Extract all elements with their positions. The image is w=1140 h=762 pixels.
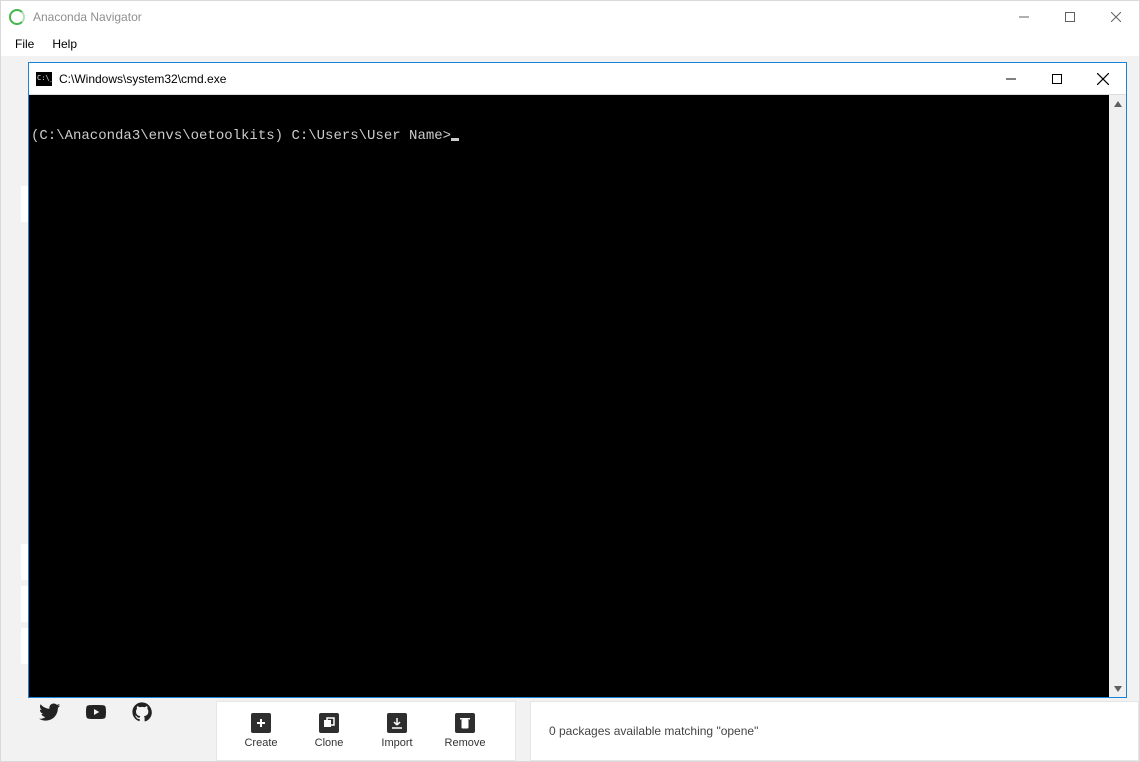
clone-icon — [319, 713, 339, 733]
cmd-prompt-line: (C:\Anaconda3\envs\oetoolkits) C:\Users\… — [31, 128, 451, 144]
remove-env-button[interactable]: Remove — [431, 713, 499, 749]
youtube-icon[interactable] — [85, 701, 107, 723]
scroll-up-button[interactable] — [1109, 95, 1126, 112]
social-links — [1, 701, 216, 761]
cmd-cursor — [451, 138, 459, 141]
minimize-icon — [1006, 74, 1016, 84]
navigator-maximize-button[interactable] — [1047, 1, 1093, 32]
github-icon[interactable] — [131, 701, 153, 723]
create-label: Create — [227, 737, 295, 749]
cmd-app-icon — [36, 72, 52, 86]
cmd-minimize-button[interactable] — [988, 63, 1034, 94]
cmd-close-button[interactable] — [1080, 63, 1126, 94]
maximize-icon — [1052, 74, 1062, 84]
navigator-minimize-button[interactable] — [1001, 1, 1047, 32]
import-icon — [387, 713, 407, 733]
scroll-down-button[interactable] — [1109, 680, 1126, 697]
package-status-text: 0 packages available matching "opene" — [549, 724, 758, 738]
remove-label: Remove — [431, 737, 499, 749]
cmd-window: C:\Windows\system32\cmd.exe (C:\Anaconda… — [28, 62, 1127, 698]
import-label: Import — [363, 737, 431, 749]
cmd-scrollbar[interactable] — [1109, 95, 1126, 697]
cmd-titlebar[interactable]: C:\Windows\system32\cmd.exe — [29, 63, 1126, 94]
navigator-titlebar[interactable]: Anaconda Navigator — [1, 1, 1139, 32]
environment-actions: Create Clone Import — [216, 701, 516, 761]
menu-help[interactable]: Help — [44, 35, 85, 53]
close-icon — [1097, 73, 1109, 85]
cmd-client-area: (C:\Anaconda3\envs\oetoolkits) C:\Users\… — [29, 94, 1126, 697]
navigator-title: Anaconda Navigator — [33, 10, 142, 24]
trash-icon — [455, 713, 475, 733]
minimize-icon — [1019, 12, 1029, 22]
navigator-close-button[interactable] — [1093, 1, 1139, 32]
cmd-terminal[interactable]: (C:\Anaconda3\envs\oetoolkits) C:\Users\… — [29, 95, 1109, 697]
menu-file[interactable]: File — [7, 35, 42, 53]
anaconda-logo-icon — [9, 9, 25, 25]
close-icon — [1111, 12, 1121, 22]
package-status-panel: 0 packages available matching "opene" — [530, 701, 1139, 761]
chevron-up-icon — [1114, 101, 1122, 107]
navigator-bottom-bar: Create Clone Import — [1, 701, 1139, 761]
clone-label: Clone — [295, 737, 363, 749]
navigator-menubar: File Help — [1, 32, 1139, 56]
twitter-icon[interactable] — [39, 701, 61, 723]
chevron-down-icon — [1114, 686, 1122, 692]
import-env-button[interactable]: Import — [363, 713, 431, 749]
plus-icon — [251, 713, 271, 733]
maximize-icon — [1065, 12, 1075, 22]
cmd-title: C:\Windows\system32\cmd.exe — [59, 72, 226, 86]
clone-env-button[interactable]: Clone — [295, 713, 363, 749]
cmd-maximize-button[interactable] — [1034, 63, 1080, 94]
create-env-button[interactable]: Create — [227, 713, 295, 749]
